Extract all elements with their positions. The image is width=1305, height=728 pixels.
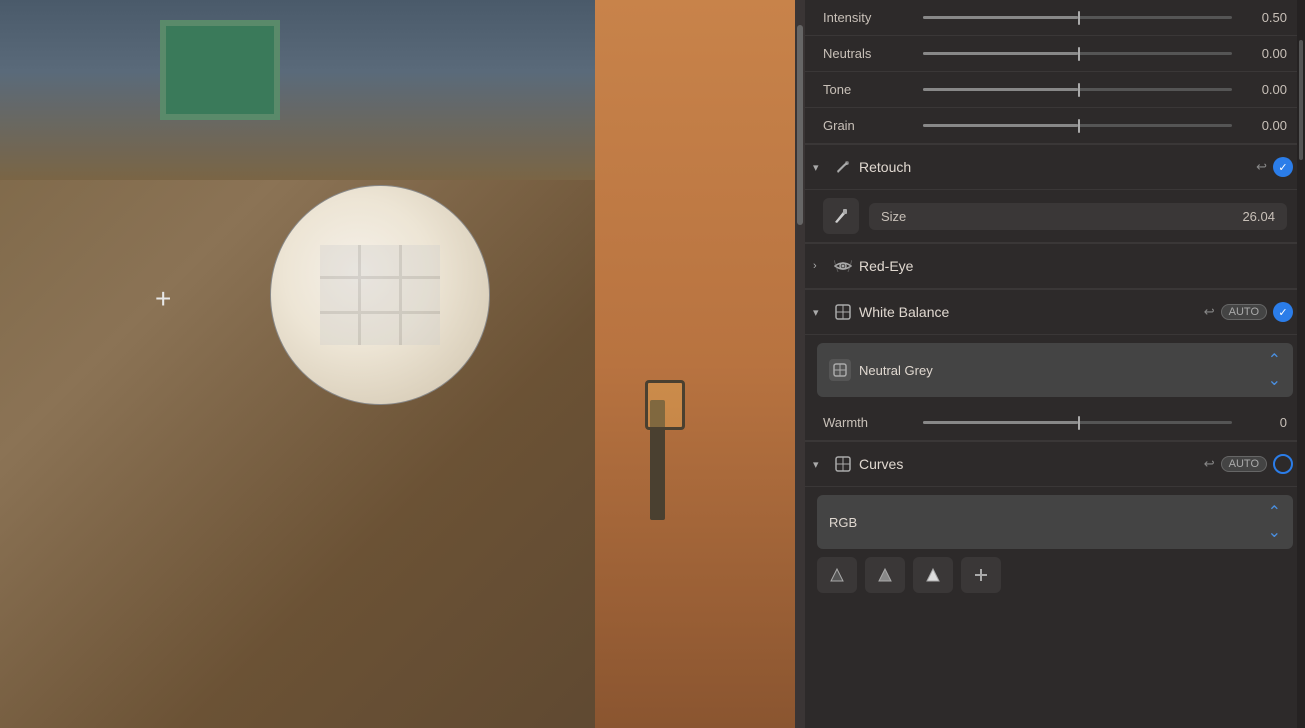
curves-channel-dropdown[interactable]: RGB ⌃⌄ bbox=[817, 495, 1293, 549]
tone-thumb[interactable] bbox=[1078, 83, 1080, 97]
retouch-brush-circle bbox=[270, 185, 490, 405]
retouch-brush-button[interactable] bbox=[823, 198, 859, 234]
white-balance-undo-button[interactable]: ↩ bbox=[1204, 304, 1215, 320]
grain-label: Grain bbox=[823, 118, 913, 133]
warmth-thumb[interactable] bbox=[1078, 416, 1080, 430]
intensity-value: 0.50 bbox=[1242, 10, 1287, 25]
scrollbar-thumb[interactable] bbox=[797, 25, 803, 225]
curves-channel-arrow-icon: ⌃⌄ bbox=[1268, 502, 1281, 542]
curves-title: Curves bbox=[859, 456, 1204, 472]
white-balance-section-header[interactable]: ▾ White Balance ↩ AUTO ✓ bbox=[805, 289, 1305, 335]
building-right bbox=[595, 0, 795, 728]
white-balance-preset-label: Neutral Grey bbox=[859, 363, 1268, 378]
window-pane bbox=[402, 245, 440, 276]
grain-fill bbox=[923, 124, 1078, 127]
size-display[interactable]: Size 26.04 bbox=[869, 203, 1287, 230]
retouch-icon bbox=[833, 157, 853, 177]
red-eye-title: Red-Eye bbox=[859, 258, 1293, 274]
intensity-row: Intensity 0.50 bbox=[805, 0, 1305, 36]
window-pane bbox=[361, 314, 399, 345]
retouch-title: Retouch bbox=[859, 159, 1256, 175]
grain-thumb[interactable] bbox=[1078, 119, 1080, 133]
retouch-size-row: Size 26.04 bbox=[805, 190, 1305, 243]
white-balance-chevron-icon: ▾ bbox=[813, 306, 829, 319]
curves-dark-point-button[interactable] bbox=[817, 557, 857, 593]
window-pane bbox=[402, 314, 440, 345]
retouch-enabled-toggle[interactable]: ✓ bbox=[1273, 157, 1293, 177]
top-sliders-section: Intensity 0.50 Neutrals 0.00 Tone bbox=[805, 0, 1305, 144]
window-pane bbox=[402, 279, 440, 310]
lamp-head bbox=[645, 380, 685, 430]
window-pane bbox=[320, 279, 358, 310]
white-balance-title: White Balance bbox=[859, 304, 1204, 320]
neutrals-value: 0.00 bbox=[1242, 46, 1287, 61]
size-label: Size bbox=[881, 209, 1242, 224]
panel-content: Intensity 0.50 Neutrals 0.00 Tone bbox=[805, 0, 1305, 728]
neutrals-label: Neutrals bbox=[823, 46, 913, 61]
retouch-undo-button[interactable]: ↩ bbox=[1256, 159, 1267, 175]
warmth-fill bbox=[923, 421, 1078, 424]
top-window bbox=[160, 20, 280, 120]
window-pane bbox=[320, 245, 358, 276]
window-pane bbox=[320, 314, 358, 345]
intensity-track[interactable] bbox=[923, 16, 1232, 19]
warmth-track[interactable] bbox=[923, 421, 1232, 424]
main-scrollbar[interactable] bbox=[795, 0, 805, 728]
red-eye-icon bbox=[833, 256, 853, 276]
curves-chevron-icon: ▾ bbox=[813, 458, 829, 471]
tone-row: Tone 0.00 bbox=[805, 72, 1305, 108]
wb-dropdown-arrow-icon: ⌃⌄ bbox=[1268, 350, 1281, 390]
window-pane bbox=[361, 279, 399, 310]
window-preview bbox=[320, 245, 440, 345]
warmth-row: Warmth 0 bbox=[805, 405, 1305, 441]
curves-add-point-button[interactable] bbox=[961, 557, 1001, 593]
image-canvas[interactable]: + bbox=[0, 0, 795, 728]
panel-scrollbar-thumb[interactable] bbox=[1299, 40, 1303, 160]
white-balance-auto-badge[interactable]: AUTO bbox=[1221, 304, 1267, 320]
retouch-actions: ↩ ✓ bbox=[1256, 157, 1293, 177]
red-eye-chevron-icon: › bbox=[813, 260, 829, 272]
tone-value: 0.00 bbox=[1242, 82, 1287, 97]
curves-channel-label: RGB bbox=[829, 515, 1268, 530]
neutrals-thumb[interactable] bbox=[1078, 47, 1080, 61]
intensity-label: Intensity bbox=[823, 10, 913, 25]
grain-track[interactable] bbox=[923, 124, 1232, 127]
warmth-label: Warmth bbox=[823, 415, 913, 430]
curves-enabled-toggle[interactable] bbox=[1273, 454, 1293, 474]
tone-track[interactable] bbox=[923, 88, 1232, 91]
red-eye-section-header[interactable]: › Red-Eye bbox=[805, 243, 1305, 289]
grain-value: 0.00 bbox=[1242, 118, 1287, 133]
curves-icon bbox=[833, 454, 853, 474]
curves-undo-button[interactable]: ↩ bbox=[1204, 456, 1215, 472]
window-pane bbox=[361, 245, 399, 276]
white-balance-actions: ↩ AUTO ✓ bbox=[1204, 302, 1293, 322]
wb-preset-icon bbox=[829, 359, 851, 381]
crosshair-cursor: + bbox=[155, 285, 171, 313]
size-value: 26.04 bbox=[1242, 209, 1275, 224]
adjustment-panel: Intensity 0.50 Neutrals 0.00 Tone bbox=[805, 0, 1305, 728]
curves-tools-row bbox=[805, 549, 1305, 601]
warmth-value: 0 bbox=[1242, 415, 1287, 430]
intensity-fill bbox=[923, 16, 1078, 19]
neutrals-track[interactable] bbox=[923, 52, 1232, 55]
neutrals-fill bbox=[923, 52, 1078, 55]
curves-actions: ↩ AUTO bbox=[1204, 454, 1293, 474]
grain-row: Grain 0.00 bbox=[805, 108, 1305, 144]
retouch-chevron-icon: ▾ bbox=[813, 161, 829, 174]
tone-label: Tone bbox=[823, 82, 913, 97]
retouch-section-header[interactable]: ▾ Retouch ↩ ✓ bbox=[805, 144, 1305, 190]
white-balance-enabled-toggle[interactable]: ✓ bbox=[1273, 302, 1293, 322]
curves-section-header[interactable]: ▾ Curves ↩ AUTO bbox=[805, 441, 1305, 487]
white-balance-preset-dropdown[interactable]: Neutral Grey ⌃⌄ bbox=[817, 343, 1293, 397]
window-grid bbox=[320, 245, 440, 345]
curves-mid-point-button[interactable] bbox=[865, 557, 905, 593]
white-balance-icon bbox=[833, 302, 853, 322]
tone-fill bbox=[923, 88, 1078, 91]
curves-auto-badge[interactable]: AUTO bbox=[1221, 456, 1267, 472]
intensity-thumb[interactable] bbox=[1078, 11, 1080, 25]
curves-light-point-button[interactable] bbox=[913, 557, 953, 593]
neutrals-row: Neutrals 0.00 bbox=[805, 36, 1305, 72]
panel-scrollbar[interactable] bbox=[1297, 0, 1305, 728]
